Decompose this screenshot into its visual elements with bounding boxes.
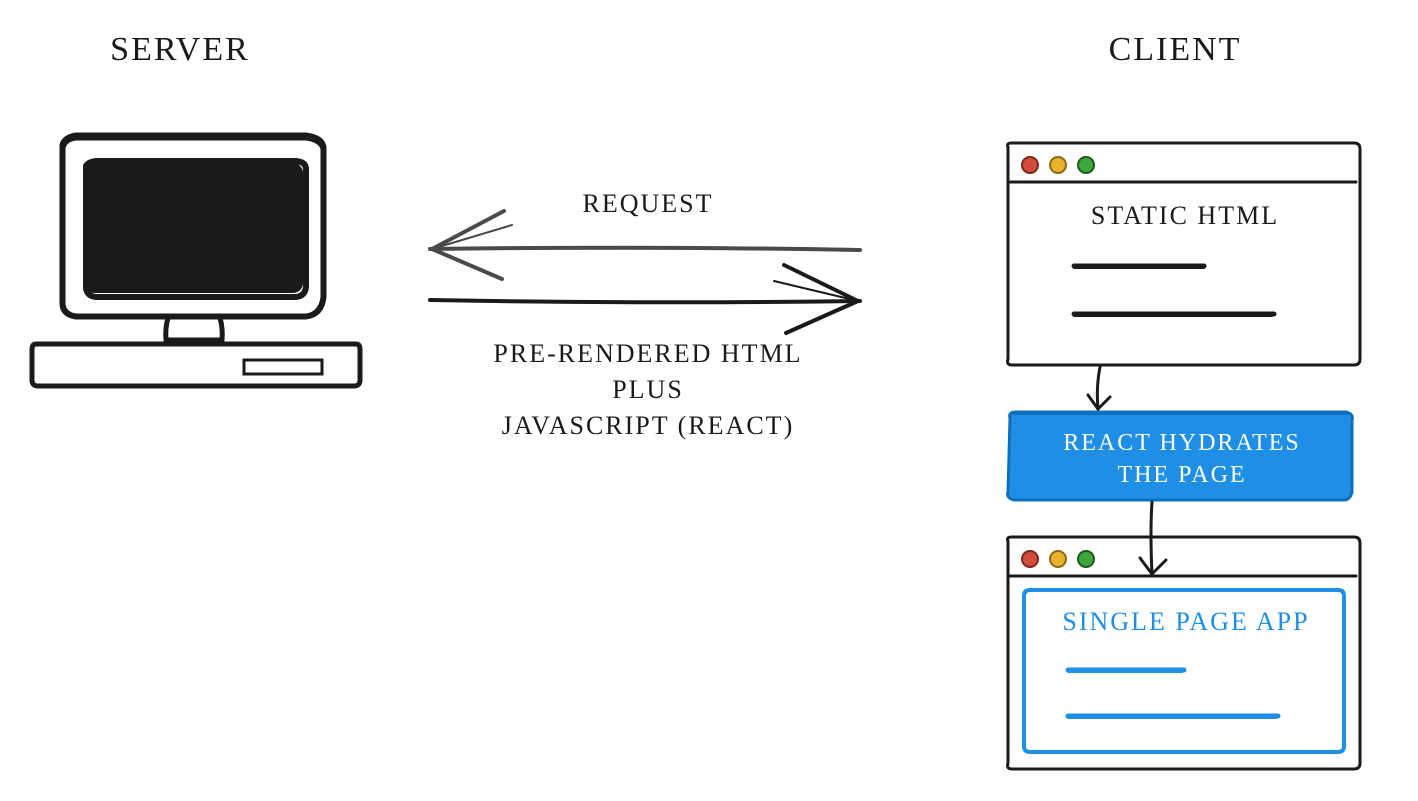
server-computer-icon: [32, 135, 360, 386]
static-html-label: STATIC HTML: [1091, 201, 1279, 230]
down-arrow-1-icon: [1088, 367, 1110, 409]
browser-window-static: [1008, 143, 1361, 365]
server-heading: SERVER: [110, 31, 250, 68]
response-label-line3: JAVASCRIPT (REACT): [502, 411, 794, 440]
spa-label: SINGLE PAGE APP: [1062, 607, 1309, 636]
browser-window-spa: [1008, 537, 1361, 769]
response-label-line2: PLUS: [612, 375, 684, 404]
hydrate-label-line1: REACT HYDRATES: [1063, 430, 1301, 456]
hydrate-label-line2: THE PAGE: [1117, 462, 1246, 488]
client-heading: CLIENT: [1109, 31, 1242, 68]
request-label: REQUEST: [583, 189, 714, 218]
response-label-line1: PRE-RENDERED HTML: [493, 339, 802, 368]
